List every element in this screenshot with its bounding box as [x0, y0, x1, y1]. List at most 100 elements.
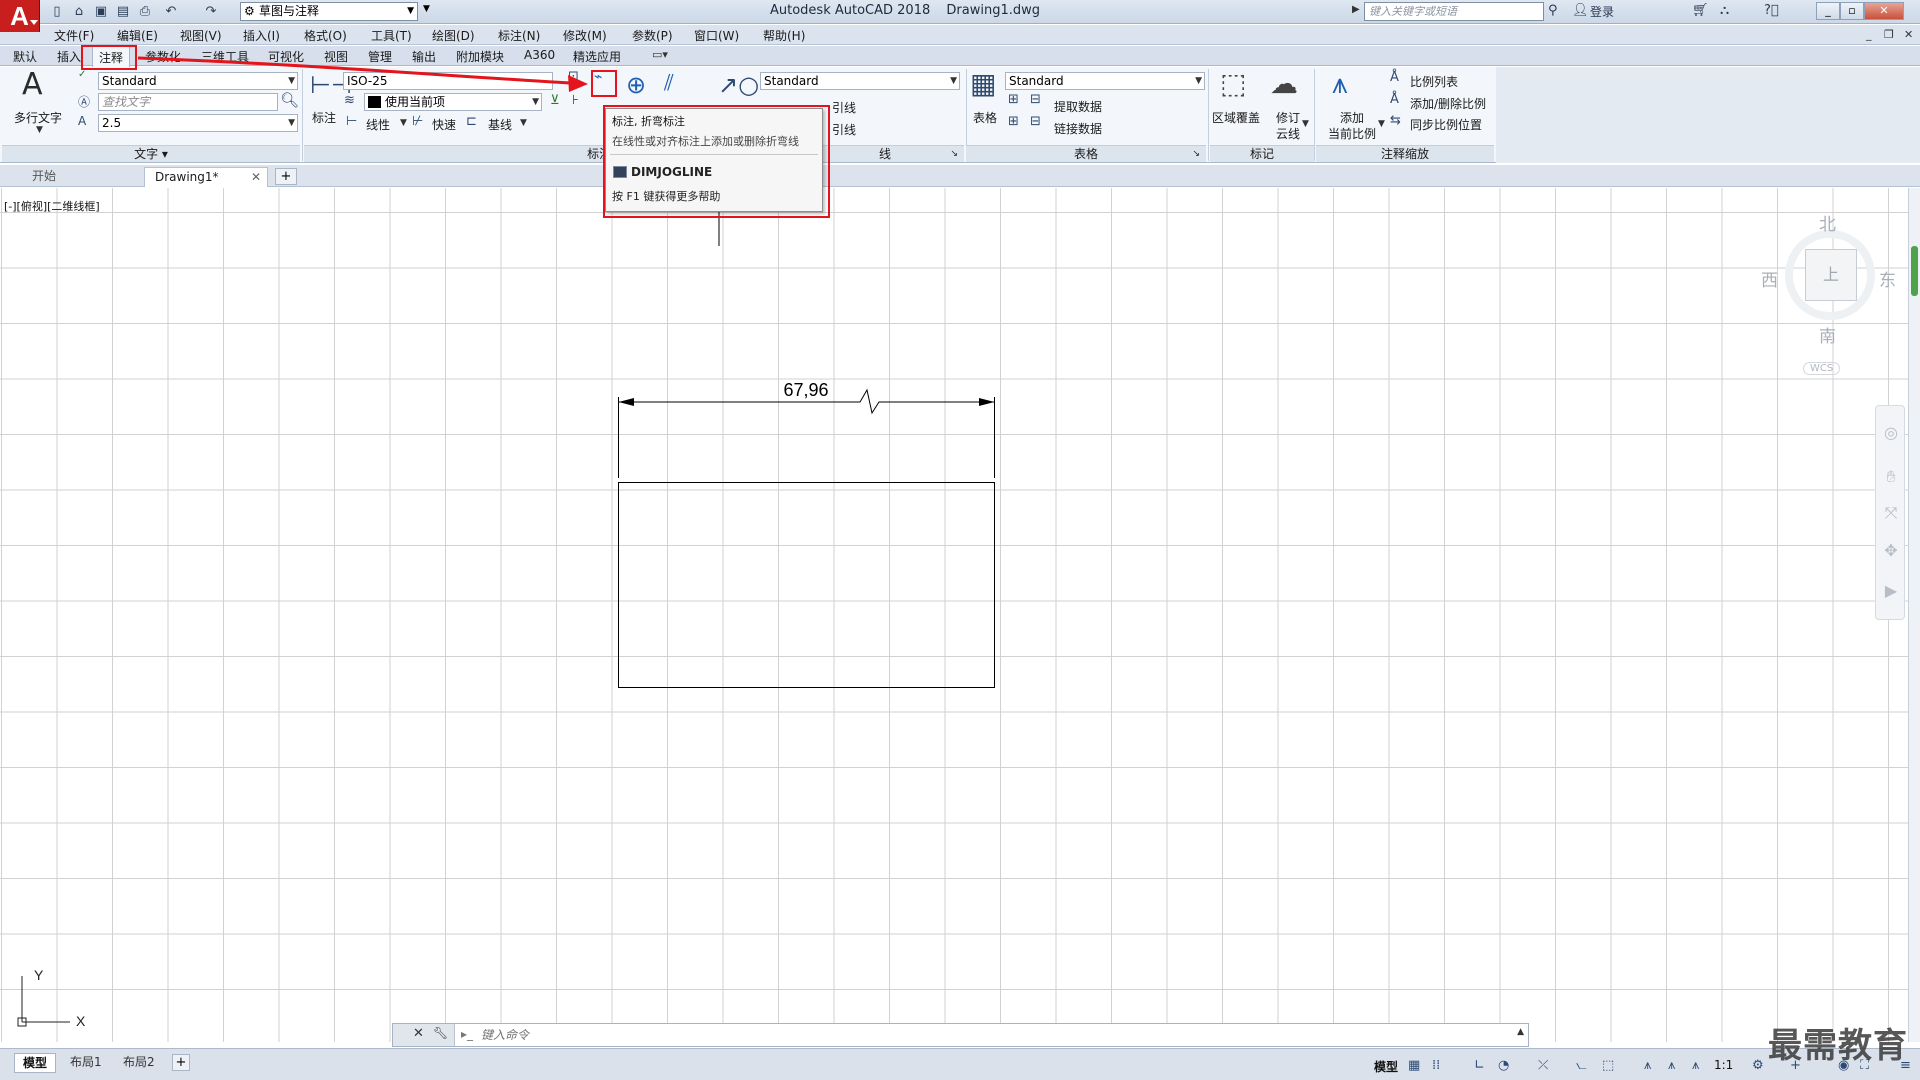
drawing-canvas[interactable]: [-][俯视][二维线框] 67,96 Y X — [0, 188, 1908, 1042]
sync-scale-icon[interactable]: ⇆ — [1390, 113, 1401, 128]
tab-addins[interactable]: 附加模块 — [453, 48, 507, 65]
find-text-input[interactable]: 查找文字 — [98, 93, 278, 111]
add-delete-scale-label[interactable]: 添加/删除比例 — [1410, 95, 1486, 112]
menu-window[interactable]: 窗口(W) — [694, 27, 739, 44]
new-file-tab-button[interactable]: + — [275, 168, 297, 185]
wrench-icon[interactable]: 🔧︎ — [433, 1026, 448, 1040]
baseline-dim-icon[interactable]: ⊏ — [466, 114, 477, 129]
redo-icon[interactable]: ↷ — [202, 3, 220, 21]
multileader-icon[interactable]: ↗○ — [718, 71, 759, 99]
open-file-icon[interactable]: ⌂ — [70, 3, 88, 21]
scale-panel-title[interactable]: 注释缩放 — [1316, 145, 1494, 162]
dim-style-select[interactable]: ISO-25 — [343, 72, 553, 90]
doc-minimize-button[interactable]: _ — [1866, 28, 1872, 41]
drawn-rectangle[interactable] — [618, 482, 995, 688]
pan-icon[interactable]: ✋︎ — [1882, 468, 1900, 486]
tab-output[interactable]: 输出 — [409, 48, 439, 65]
extract-data-label[interactable]: 提取数据 — [1054, 98, 1102, 115]
baseline-dropdown-icon[interactable]: ▼ — [520, 118, 527, 128]
steering-wheel-icon[interactable]: ◎ — [1882, 424, 1900, 442]
user-icon[interactable]: 👤︎ — [1572, 3, 1589, 18]
baseline-dim-label[interactable]: 基线 — [488, 116, 512, 133]
revcloud-dropdown-icon[interactable]: ▼ — [1302, 119, 1309, 129]
close-icon[interactable]: ✕ — [251, 168, 261, 186]
revcloud-icon[interactable]: ☁︎ — [1270, 67, 1298, 100]
help-icon[interactable]: ?⃝ — [1764, 3, 1779, 18]
wipeout-icon[interactable]: ⬚ — [1220, 67, 1246, 100]
tab-insert[interactable]: 插入 — [54, 48, 84, 65]
workspace-switch-icon[interactable]: ⚙ — [1752, 1058, 1764, 1073]
table-style-select[interactable]: Standard ▼ — [1005, 72, 1205, 90]
tab-featured-apps[interactable]: 精选应用 — [570, 48, 624, 65]
viewcube-west[interactable]: 西 — [1761, 266, 1778, 291]
linear-dim-label[interactable]: 线性 — [366, 116, 390, 133]
caret-up-icon[interactable]: ▲ — [1517, 1027, 1524, 1037]
add-scale-label-2[interactable]: 当前比例 — [1328, 125, 1376, 142]
caret-right-icon[interactable]: ▶ — [1352, 4, 1360, 15]
dim-update-icon[interactable]: ⊡ — [568, 69, 579, 84]
menu-format[interactable]: 格式(O) — [304, 27, 347, 44]
add-leader-label[interactable]: 引线 — [832, 99, 856, 116]
panel-launcher-icon[interactable]: ↘ — [950, 146, 958, 162]
menu-file[interactable]: 文件(F) — [54, 27, 94, 44]
table-icon[interactable]: ▦ — [970, 67, 996, 100]
menu-modify[interactable]: 修改(M) — [563, 27, 607, 44]
find-replace-icon[interactable]: 🔍︎ — [280, 91, 299, 109]
add-scale-icon[interactable]: ⩚ — [1332, 67, 1348, 101]
menu-insert[interactable]: 插入(I) — [243, 27, 280, 44]
tab-manage[interactable]: 管理 — [365, 48, 395, 65]
zoom-extents-icon[interactable]: ⤧ — [1882, 504, 1900, 522]
text-height-select[interactable]: 2.5 ▼ — [98, 114, 298, 132]
annotation-scale-value[interactable]: 1:1 — [1714, 1058, 1733, 1072]
revcloud-label-1[interactable]: 修订 — [1276, 109, 1300, 126]
orbit-icon[interactable]: ✥ — [1882, 542, 1900, 560]
lineweight-icon[interactable]: ⦦ — [1576, 1058, 1587, 1073]
wipeout-label[interactable]: 区域覆盖 — [1212, 109, 1260, 126]
tab-parametric[interactable]: 参数化 — [142, 48, 184, 65]
add-scale-dropdown-icon[interactable]: ▼ — [1378, 119, 1385, 129]
close-button[interactable]: ✕ — [1864, 2, 1904, 20]
table-label[interactable]: 表格 — [973, 109, 997, 126]
viewcube-east[interactable]: 东 — [1879, 266, 1896, 291]
add-delete-scale-icon[interactable]: Å — [1390, 92, 1399, 107]
remove-leader-label[interactable]: 引线 — [832, 121, 856, 138]
menu-help[interactable]: 帮助(H) — [763, 27, 805, 44]
wcs-menu[interactable]: WCS — [1803, 362, 1841, 375]
center-mark-icon[interactable]: ⊕ — [626, 71, 646, 99]
annotation-scale-icon[interactable]: ⩚ — [1692, 1058, 1699, 1073]
maximize-button[interactable]: ▫ — [1840, 2, 1864, 20]
vertical-scrollbar[interactable] — [1908, 188, 1920, 1042]
menu-view[interactable]: 视图(V) — [180, 27, 222, 44]
viewcube-north[interactable]: 北 — [1819, 210, 1836, 235]
share-icon[interactable]: ⛬ — [1720, 3, 1729, 18]
menu-draw[interactable]: 绘图(D) — [432, 27, 475, 44]
quick-dim-icon[interactable]: ⊬ — [412, 114, 423, 129]
linear-dropdown-icon[interactable]: ▼ — [400, 118, 407, 128]
dimension-label[interactable]: 标注 — [312, 109, 336, 126]
menu-tools[interactable]: 工具(T) — [371, 27, 412, 44]
auto-scale-icon[interactable]: ⩚ — [1668, 1058, 1675, 1073]
showmotion-icon[interactable]: ▶ — [1882, 582, 1900, 600]
layout-tab-model[interactable]: 模型 — [14, 1053, 57, 1073]
dim-layer-select[interactable]: 使用当前项 ▼ — [364, 93, 542, 111]
text-panel-title[interactable]: 文字 ▾ — [2, 145, 300, 162]
add-layout-button[interactable]: + — [172, 1054, 190, 1071]
new-file-icon[interactable]: ▯ — [48, 3, 66, 21]
menu-edit[interactable]: 编辑(E) — [117, 27, 158, 44]
minimize-button[interactable]: _ — [1816, 2, 1840, 20]
command-input[interactable] — [481, 1026, 1381, 1044]
mtext-icon[interactable]: A — [22, 67, 43, 102]
link-data-label[interactable]: 链接数据 — [1054, 120, 1102, 137]
linear-dim-icon[interactable]: ⊢ — [346, 114, 357, 129]
viewcube-south[interactable]: 南 — [1819, 322, 1836, 347]
text-style-select[interactable]: Standard ▼ — [98, 72, 298, 90]
tab-view[interactable]: 视图 — [321, 48, 351, 65]
save-icon[interactable]: ▣ — [92, 3, 110, 21]
tab-a360[interactable]: A360 — [521, 48, 558, 62]
undo-icon[interactable]: ↶ — [162, 3, 180, 21]
dim-break-icon[interactable]: ⊻ — [550, 93, 560, 108]
file-tab-drawing1[interactable]: Drawing1* ✕ — [144, 167, 268, 187]
login-link[interactable]: 登录 — [1590, 3, 1614, 20]
mtext-dropdown-icon[interactable]: ▼ — [36, 125, 43, 135]
doc-restore-button[interactable]: ❐ — [1884, 28, 1894, 41]
